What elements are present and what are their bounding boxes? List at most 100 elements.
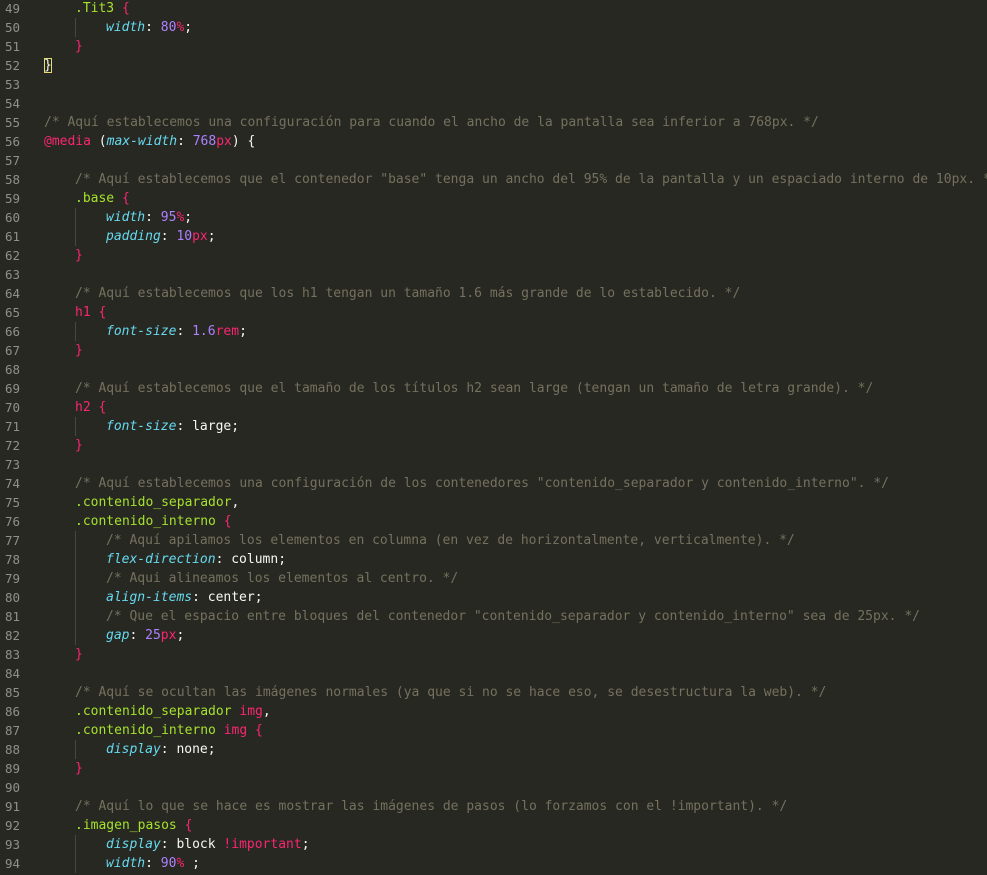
code-line[interactable]: 79 /* Aqui alineamos los elementos al cen… bbox=[0, 569, 987, 588]
token-punct: ; bbox=[239, 324, 247, 339]
code-text: /* Aqui alineamos los elementos al centr… bbox=[106, 569, 458, 588]
token-punct: : bbox=[145, 20, 161, 35]
code-line[interactable]: 71 font-size: large; bbox=[0, 417, 987, 436]
code-line[interactable]: 73 bbox=[0, 455, 987, 474]
code-line[interactable]: 53 bbox=[0, 75, 987, 94]
line-number: 60 bbox=[4, 210, 20, 225]
line-number: 88 bbox=[4, 742, 20, 757]
code-line[interactable]: 49 .Tit3 { bbox=[0, 0, 987, 18]
code-line[interactable]: 89} bbox=[0, 759, 987, 778]
token-at: @media bbox=[44, 134, 91, 149]
token-number: 1.6 bbox=[192, 324, 216, 339]
code-line[interactable]: 62} bbox=[0, 246, 987, 265]
code-line[interactable]: 56 @media (max-width: 768px) { bbox=[0, 132, 987, 151]
code-line[interactable]: 61 padding: 10px; bbox=[0, 227, 987, 246]
code-line[interactable]: 72} bbox=[0, 436, 987, 455]
code-line[interactable]: 60 width: 95%; bbox=[0, 208, 987, 227]
code-text: } bbox=[75, 436, 83, 455]
code-line[interactable]: 58 /* Aquí establecemos que el contenedor… bbox=[0, 170, 987, 189]
indent-guide bbox=[75, 854, 76, 873]
token-brace: } bbox=[75, 647, 83, 662]
line-number: 56 bbox=[4, 134, 20, 149]
code-text: font-size: 1.6rem; bbox=[106, 322, 247, 341]
code-text: width: 95%; bbox=[106, 208, 192, 227]
token-brace: { bbox=[184, 818, 193, 833]
code-line[interactable]: 91 /* Aquí lo que se hace es mostrar las … bbox=[0, 797, 987, 816]
code-editor[interactable]: 49 .Tit3 {50 width: 80%; 51} 52} 53 54 55/* Aqu… bbox=[0, 0, 987, 875]
code-line[interactable]: 59 .base { bbox=[0, 189, 987, 208]
code-line[interactable]: 50 width: 80%; bbox=[0, 18, 987, 37]
token-punct: ; bbox=[184, 20, 193, 35]
line-number: 80 bbox=[4, 590, 20, 605]
code-text: } bbox=[75, 645, 83, 664]
token-punct: ; bbox=[231, 419, 240, 434]
token-comment: /* Aquí establecemos una configuración p… bbox=[44, 115, 819, 130]
indent-guide bbox=[75, 626, 76, 645]
line-number: 73 bbox=[4, 457, 20, 472]
code-line[interactable]: 78 flex-direction: column; bbox=[0, 550, 987, 569]
token-selector: .contenido_interno bbox=[75, 723, 216, 738]
token-brace: { bbox=[121, 1, 130, 16]
line-number: 77 bbox=[4, 533, 20, 548]
line-number: 62 bbox=[4, 248, 20, 263]
code-line[interactable]: 55 /* Aquí establecemos una configuración… bbox=[0, 113, 987, 132]
code-line[interactable]: 75 .contenido_separador, bbox=[0, 493, 987, 512]
line-number: 79 bbox=[4, 571, 20, 586]
token-comment: /* Aquí establecemos una configuración d… bbox=[75, 476, 889, 491]
code-line[interactable]: 82 gap: 25px; bbox=[0, 626, 987, 645]
indent-guide bbox=[75, 531, 76, 550]
code-line[interactable]: 87 .contenido_interno img { bbox=[0, 721, 987, 740]
code-line[interactable]: 65 h1 { bbox=[0, 303, 987, 322]
code-line[interactable]: 54 bbox=[0, 94, 987, 113]
code-line[interactable]: 85 /* Aquí se ocultan las imágenes normal… bbox=[0, 683, 987, 702]
indent-guide bbox=[75, 569, 76, 588]
line-number: 90 bbox=[4, 780, 20, 795]
token-comment: /* Que el espacio entre bloques del cont… bbox=[106, 609, 920, 624]
token-number: 95 bbox=[160, 210, 177, 225]
code-line[interactable]: 67} bbox=[0, 341, 987, 360]
code-line[interactable]: 86 .contenido_separador img, bbox=[0, 702, 987, 721]
code-line[interactable]: 92 .imagen_pasos { bbox=[0, 816, 987, 835]
code-line[interactable]: 94 width: 90% ; bbox=[0, 854, 987, 873]
indent-guide bbox=[75, 417, 76, 436]
token-punct: : bbox=[215, 552, 232, 567]
token-number: 80 bbox=[160, 20, 177, 35]
line-number: 74 bbox=[4, 476, 20, 491]
code-line[interactable]: 63 bbox=[0, 265, 987, 284]
token-punct: ( bbox=[90, 134, 107, 149]
code-line[interactable]: 69 /* Aquí establecemos que el tamaño de … bbox=[0, 379, 987, 398]
line-number: 70 bbox=[4, 400, 20, 415]
line-number: 76 bbox=[4, 514, 20, 529]
code-line[interactable]: 70 h2 { bbox=[0, 398, 987, 417]
code-text: .imagen_pasos { bbox=[75, 816, 192, 835]
code-line[interactable]: 52} bbox=[0, 56, 987, 75]
code-line[interactable]: 76 .contenido_interno { bbox=[0, 512, 987, 531]
token-punct bbox=[216, 723, 224, 738]
code-text: .base { bbox=[75, 189, 130, 208]
line-number: 93 bbox=[4, 837, 20, 852]
code-line[interactable]: 77 /* Aquí apilamos los elementos en colu… bbox=[0, 531, 987, 550]
code-line[interactable]: 74 /* Aquí establecemos una configuración… bbox=[0, 474, 987, 493]
code-text: } bbox=[75, 37, 83, 56]
code-text: .contenido_interno { bbox=[75, 512, 232, 531]
code-text: /* Aquí establecemos que el contenedor "… bbox=[75, 170, 987, 189]
code-line[interactable]: 83} bbox=[0, 645, 987, 664]
indent-guide bbox=[75, 607, 76, 626]
code-line[interactable]: 57 bbox=[0, 151, 987, 170]
line-number: 57 bbox=[4, 153, 20, 168]
code-line[interactable]: 80 align-items: center; bbox=[0, 588, 987, 607]
code-line[interactable]: 64 /* Aquí establecemos que los h1 tengan… bbox=[0, 284, 987, 303]
code-line[interactable]: 88 display: none; bbox=[0, 740, 987, 759]
code-text: .contenido_separador img, bbox=[75, 702, 271, 721]
code-line[interactable]: 93 display: block !important; bbox=[0, 835, 987, 854]
code-line[interactable]: 84 bbox=[0, 664, 987, 683]
line-number: 72 bbox=[4, 438, 20, 453]
code-line[interactable]: 68 bbox=[0, 360, 987, 379]
code-line[interactable]: 66 font-size: 1.6rem; bbox=[0, 322, 987, 341]
code-line[interactable]: 90 bbox=[0, 778, 987, 797]
code-line[interactable]: 81 /* Que el espacio entre bloques del co… bbox=[0, 607, 987, 626]
code-line[interactable]: 51} bbox=[0, 37, 987, 56]
token-punct bbox=[114, 191, 122, 206]
token-unit: px bbox=[192, 229, 208, 244]
indent-guide bbox=[75, 550, 76, 569]
